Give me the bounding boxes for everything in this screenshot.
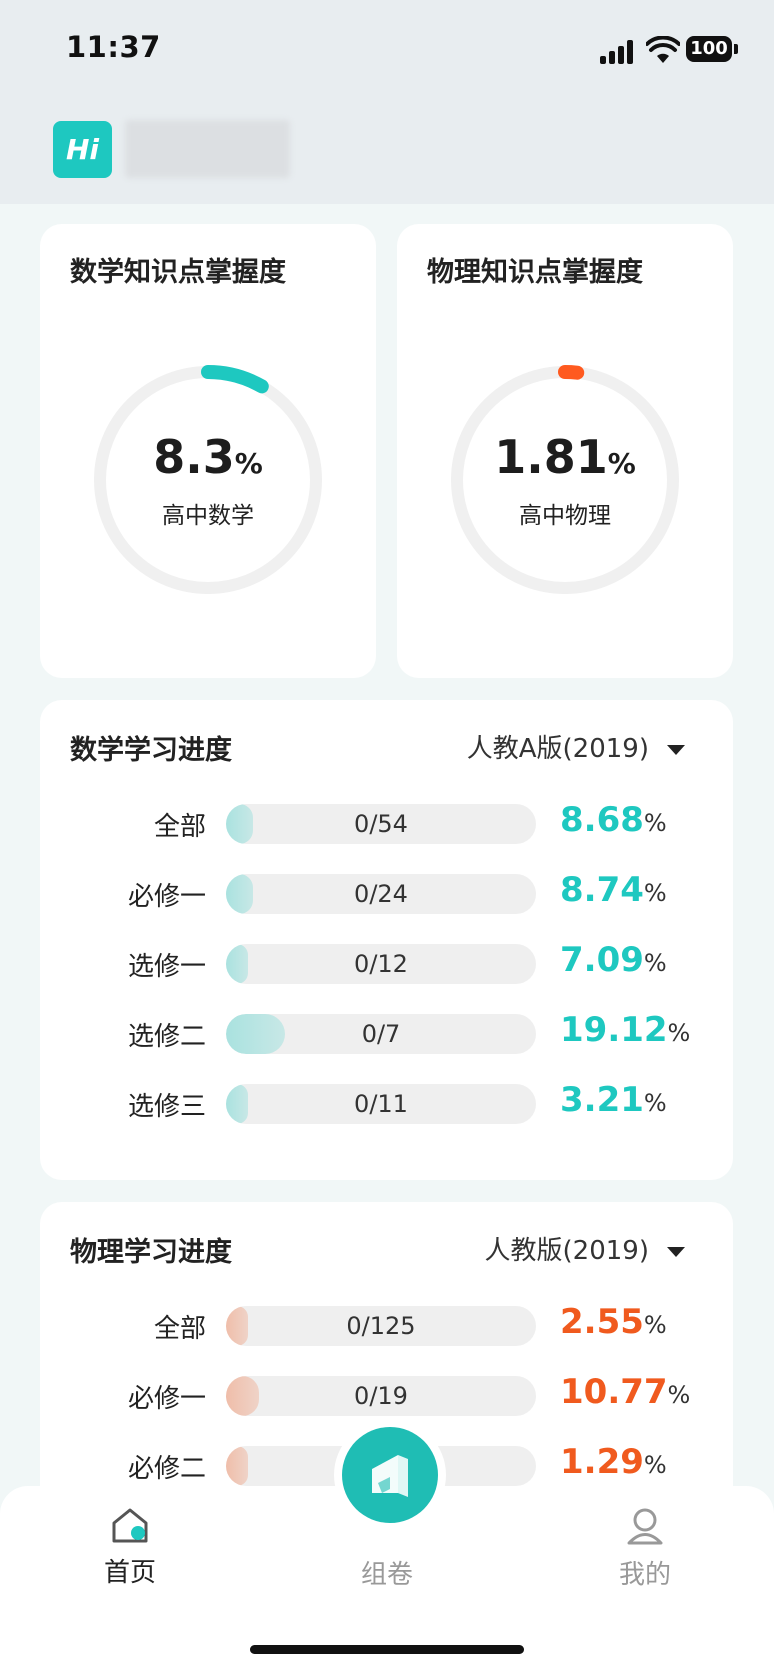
progress-percent: 7.09%	[560, 940, 667, 980]
progress-count: 0/11	[354, 1090, 408, 1118]
progress-count: 0/12	[354, 950, 408, 978]
progress-percent: 10.77%	[560, 1372, 690, 1412]
progress-count: 0/125	[346, 1312, 416, 1340]
compose-fab-button[interactable]	[342, 1427, 438, 1523]
progress-percent-value: 1.29	[560, 1442, 644, 1482]
progress-percent-unit: %	[667, 1381, 691, 1409]
tab-profile[interactable]: 我的	[585, 1506, 705, 1591]
math-mastery-subject: 高中数学	[162, 503, 254, 529]
row-label: 选修二	[127, 1022, 206, 1052]
physics-mastery-card[interactable]: 物理知识点掌握度 1.81% 高中物理	[397, 224, 733, 678]
math-progress-row[interactable]: 选修二 0/7 19.12%	[40, 1010, 730, 1054]
progress-percent-unit: %	[667, 1019, 691, 1047]
home-indicator	[250, 1645, 524, 1654]
physics-progress-row[interactable]: 必修一 0/19 10.77%	[40, 1372, 730, 1416]
progress-percent-value: 3.21	[560, 1080, 644, 1120]
physics-mastery-subject: 高中物理	[519, 503, 611, 529]
username-blurred	[125, 120, 290, 178]
tab-profile-label: 我的	[618, 1560, 671, 1590]
tab-compose-label: 组卷	[360, 1560, 413, 1590]
row-label: 选修一	[127, 952, 206, 982]
math-progress-row[interactable]: 选修一 0/12 7.09%	[40, 940, 730, 984]
progress-percent-value: 10.77	[560, 1372, 668, 1412]
progress-percent-value: 8.74	[560, 870, 644, 910]
math-mastery-value: 8.3	[153, 430, 235, 484]
progress-percent-value: 8.68	[560, 800, 644, 840]
progress-percent-unit: %	[643, 809, 667, 837]
physics-progress-row[interactable]: 全部 0/125 2.55%	[40, 1302, 730, 1346]
progress-count: 0/24	[354, 880, 408, 908]
profile-icon	[627, 1508, 663, 1545]
status-time: 11:37	[66, 30, 161, 64]
chevron-down-icon	[667, 744, 685, 755]
progress-percent: 3.21%	[560, 1080, 667, 1120]
tab-home[interactable]: 首页	[70, 1506, 190, 1589]
row-label: 全部	[153, 812, 206, 842]
physics-edition-label: 人教版(2019)	[484, 1236, 649, 1266]
math-progress-card: 数学学习进度 人教A版(2019) 全部 0/54 8.68% 必修一 0/24 8.74…	[40, 700, 733, 1180]
progress-percent-value: 7.09	[560, 940, 644, 980]
math-progress-title: 数学学习进度	[70, 735, 232, 766]
row-label: 必修一	[127, 882, 206, 912]
progress-bar: 0/125	[226, 1306, 536, 1346]
physics-edition-dropdown[interactable]: 人教版(2019)	[485, 1230, 685, 1267]
math-progress-row[interactable]: 全部 0/54 8.68%	[40, 800, 730, 844]
progress-bar: 0/11	[226, 1084, 536, 1124]
physics-mastery-value: 1.81	[494, 430, 608, 484]
wifi-icon	[646, 36, 680, 63]
progress-percent: 2.55%	[560, 1302, 667, 1342]
progress-bar: 0/19	[226, 1376, 536, 1416]
progress-count: 0/7	[361, 1020, 401, 1048]
progress-count: 0/54	[354, 810, 408, 838]
progress-percent-unit: %	[643, 949, 667, 977]
progress-percent-value: 19.12	[560, 1010, 668, 1050]
progress-percent-unit: %	[643, 1089, 667, 1117]
progress-percent: 1.29%	[560, 1442, 667, 1482]
row-label: 必修二	[127, 1454, 206, 1484]
top-bar: 11:37 100 Hi	[0, 0, 774, 204]
progress-percent-unit: %	[643, 879, 667, 907]
progress-bar: 0/24	[226, 874, 536, 914]
progress-percent-unit: %	[643, 1451, 667, 1479]
tab-compose[interactable]: 组卷	[327, 1550, 447, 1591]
math-progress-row[interactable]: 选修三 0/11 3.21%	[40, 1080, 730, 1124]
row-label: 全部	[153, 1314, 206, 1344]
progress-percent: 19.12%	[560, 1010, 690, 1050]
hi-logo: Hi	[53, 121, 112, 178]
math-mastery-card[interactable]: 数学知识点掌握度 8.3% 高中数学	[40, 224, 376, 678]
math-mastery-unit: %	[234, 447, 263, 480]
progress-count: 0/19	[354, 1382, 408, 1410]
progress-bar: 0/7	[226, 1014, 536, 1054]
progress-percent: 8.68%	[560, 800, 667, 840]
physics-mastery-center: 1.81% 高中物理	[449, 364, 681, 596]
math-mastery-center: 8.3% 高中数学	[92, 364, 324, 596]
physics-progress-title: 物理学习进度	[70, 1237, 232, 1268]
progress-bar: 0/12	[226, 944, 536, 984]
cellular-signal-icon	[600, 40, 636, 64]
math-progress-row[interactable]: 必修一 0/24 8.74%	[40, 870, 730, 914]
progress-bar: 0/54	[226, 804, 536, 844]
row-label: 选修三	[127, 1092, 206, 1122]
progress-percent-value: 2.55	[560, 1302, 644, 1342]
math-edition-dropdown[interactable]: 人教A版(2019)	[467, 728, 685, 765]
progress-percent: 8.74%	[560, 870, 667, 910]
row-label: 必修一	[127, 1384, 206, 1414]
home-icon	[112, 1508, 148, 1543]
math-mastery-title: 数学知识点掌握度	[70, 257, 286, 288]
battery-icon: 100	[686, 36, 738, 62]
physics-mastery-unit: %	[607, 447, 636, 480]
tab-home-label: 首页	[103, 1558, 156, 1588]
math-edition-label: 人教A版(2019)	[466, 734, 649, 764]
chevron-down-icon	[667, 1246, 685, 1257]
physics-mastery-title: 物理知识点掌握度	[427, 257, 643, 288]
progress-percent-unit: %	[643, 1311, 667, 1339]
compose-icon	[372, 1455, 408, 1497]
